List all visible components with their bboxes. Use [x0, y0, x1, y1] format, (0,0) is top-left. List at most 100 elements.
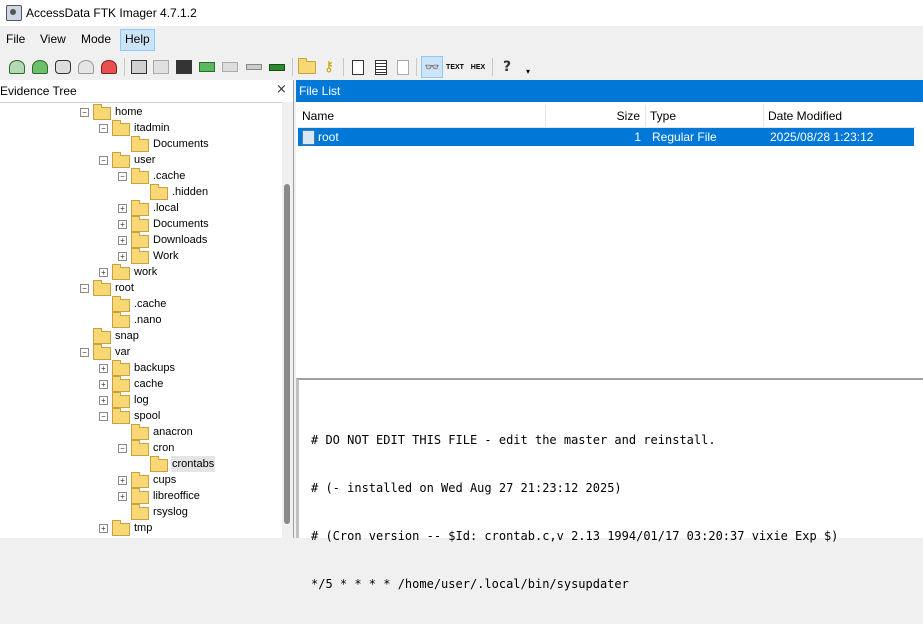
remove-all-icon[interactable]	[100, 58, 118, 76]
toolbar-overflow-icon[interactable]: ▾	[519, 62, 537, 80]
file-list-title: File List	[299, 84, 341, 98]
collapse-icon[interactable]: −	[80, 108, 89, 117]
tree-node-label: tmp	[134, 522, 153, 534]
app-icon	[6, 5, 22, 21]
remove-evidence-icon[interactable]	[77, 58, 95, 76]
decrypt-icon[interactable]	[245, 58, 263, 76]
expand-icon[interactable]: +	[99, 268, 108, 277]
file-size: 1	[634, 130, 641, 144]
collapse-icon[interactable]: −	[99, 412, 108, 421]
add-evidence-icon[interactable]	[8, 58, 26, 76]
expand-icon[interactable]: +	[118, 204, 127, 213]
folder-icon	[112, 376, 130, 392]
tree-node-label: crontabs	[171, 456, 216, 472]
tree-node-label: .cache	[134, 298, 167, 310]
menu-file[interactable]: File	[2, 29, 29, 49]
expand-icon[interactable]: +	[118, 476, 127, 485]
export-file-hash-icon[interactable]	[372, 58, 390, 76]
collapse-icon[interactable]: −	[99, 156, 108, 165]
menu-mode[interactable]: Mode	[77, 29, 115, 49]
add-to-image-icon[interactable]	[198, 58, 216, 76]
menu-view[interactable]: View	[36, 29, 70, 49]
folder-icon	[112, 152, 130, 168]
export-disk-image-icon[interactable]	[152, 58, 170, 76]
tree-node-label: root	[115, 282, 134, 294]
expand-icon[interactable]: +	[118, 492, 127, 501]
file-content-text: # DO NOT EDIT THIS FILE - edit the maste…	[311, 400, 838, 624]
tree-node-label: user	[134, 154, 156, 166]
create-disk-image-icon[interactable]	[130, 58, 148, 76]
folder-icon	[112, 296, 130, 312]
expand-icon[interactable]: +	[99, 396, 108, 405]
tree-scrollbar-thumb[interactable]	[284, 184, 290, 524]
column-name[interactable]: Name	[298, 105, 546, 127]
folder-icon	[131, 200, 149, 216]
content-line: */5 * * * * /home/user/.local/bin/sysupd…	[311, 577, 629, 591]
expand-icon[interactable]: +	[99, 364, 108, 373]
auto-view-icon[interactable]: 👓	[421, 56, 443, 78]
add-all-icon[interactable]	[31, 58, 49, 76]
create-custom-content-icon[interactable]	[221, 58, 239, 76]
content-line: # (Cron version -- $Id: crontab.c,v 2.13…	[311, 529, 839, 543]
hex-view-icon[interactable]: HEX	[469, 58, 487, 76]
tree-node-label: itadmin	[134, 122, 170, 134]
tree-node-label: .hidden	[172, 186, 209, 198]
help-icon[interactable]: ?	[498, 58, 516, 76]
expand-icon[interactable]: +	[99, 380, 108, 389]
folder-icon	[93, 328, 111, 344]
content-line: # (- installed on Wed Aug 27 21:23:12 20…	[311, 481, 622, 495]
file-date-modified: 2025/08/28 1:23:12	[770, 130, 874, 144]
tree-node-label: libreoffice	[153, 490, 200, 502]
file-list-pane: File List Name Size Type Date Modified r…	[296, 80, 923, 378]
folder-icon	[112, 312, 130, 328]
obtain-protected-files-icon[interactable]: ⚷	[320, 58, 338, 76]
title-bar: AccessData FTK Imager 4.7.1.2	[0, 0, 923, 26]
toolbar-separator	[292, 58, 293, 76]
export-logical-image-icon[interactable]	[175, 58, 193, 76]
menu-help[interactable]: Help	[120, 29, 155, 51]
tree-node-label: cron	[153, 442, 175, 454]
folder-icon	[131, 216, 149, 232]
evidence-tree-pane: Evidence Tree × − home − itadmin Documents − u…	[0, 80, 294, 538]
collapse-icon[interactable]: −	[118, 172, 127, 181]
tree-node-label: work	[134, 266, 158, 278]
toolbar-separator	[416, 58, 417, 76]
folder-icon	[112, 120, 130, 136]
column-size[interactable]: Size	[546, 105, 646, 127]
folder-icon	[112, 360, 130, 376]
collapse-icon[interactable]: −	[99, 124, 108, 133]
collapse-icon[interactable]: −	[80, 348, 89, 357]
export-directory-listing-icon[interactable]	[394, 58, 412, 76]
verify-drive-icon[interactable]	[268, 58, 286, 76]
tree-node-label: .local	[153, 202, 179, 214]
tree-node-label: Documents	[153, 138, 209, 150]
column-type[interactable]: Type	[646, 105, 764, 127]
column-date-modified[interactable]: Date Modified	[764, 105, 916, 127]
folder-icon	[131, 440, 149, 456]
image-mounting-icon[interactable]	[54, 58, 72, 76]
expand-icon[interactable]: +	[118, 220, 127, 229]
export-files-icon[interactable]	[349, 58, 367, 76]
tree-node-label: spool	[134, 410, 161, 422]
toolbar-separator	[492, 58, 493, 76]
toolbar-separator	[124, 58, 125, 76]
text-view-icon[interactable]: TEXT	[446, 58, 464, 76]
window-title: AccessData FTK Imager 4.7.1.2	[26, 6, 197, 20]
folder-icon	[131, 424, 149, 440]
collapse-icon[interactable]: −	[118, 444, 127, 453]
file-list-row[interactable]: root 1 Regular File 2025/08/28 1:23:12	[298, 128, 914, 146]
expand-icon[interactable]: +	[118, 252, 127, 261]
capture-memory-icon[interactable]	[298, 57, 316, 76]
tree-node-label: snap	[115, 330, 139, 342]
folder-icon	[131, 504, 149, 520]
folder-icon	[93, 344, 111, 360]
content-viewer[interactable]: # DO NOT EDIT THIS FILE - edit the maste…	[296, 378, 923, 591]
folder-icon	[150, 184, 168, 200]
expand-icon[interactable]: +	[99, 524, 108, 533]
collapse-icon[interactable]: −	[80, 284, 89, 293]
folder-icon	[93, 280, 111, 296]
expand-icon[interactable]: +	[118, 236, 127, 245]
toolbar-separator	[343, 58, 344, 76]
tree-node-label: .cache	[153, 170, 186, 182]
folder-icon	[112, 264, 130, 280]
